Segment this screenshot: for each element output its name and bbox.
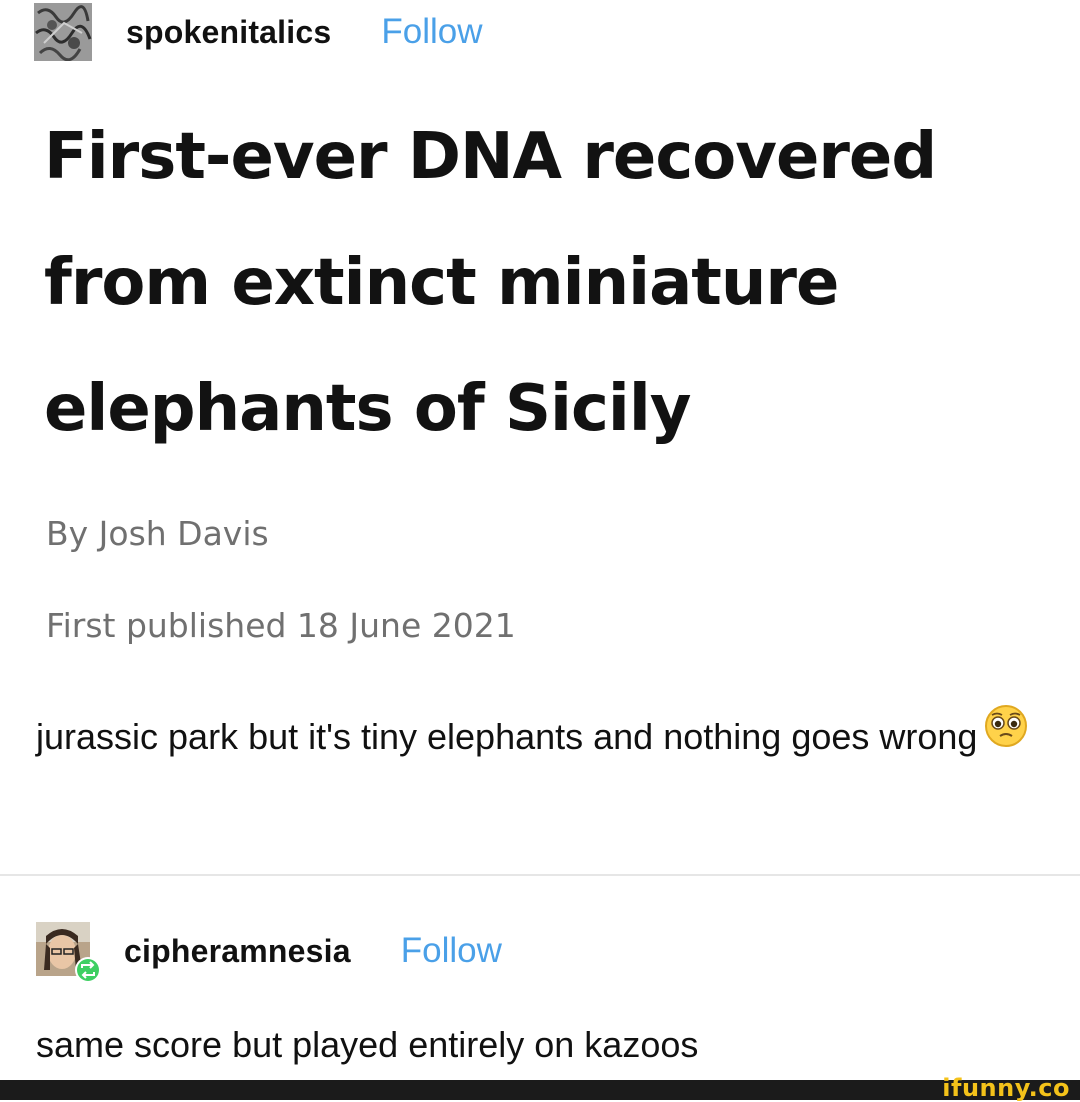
reblog-username[interactable]: cipheramnesia bbox=[124, 933, 351, 970]
reblog-header: cipheramnesia Follow bbox=[36, 918, 502, 984]
post-header: spokenitalics Follow bbox=[34, 2, 483, 62]
reblog-icon bbox=[77, 959, 99, 981]
username[interactable]: spokenitalics bbox=[126, 14, 331, 51]
footer-bar: ifunny.co bbox=[0, 1074, 1080, 1102]
pleading-face-icon bbox=[983, 703, 1029, 768]
photo-avatar-icon[interactable] bbox=[36, 922, 101, 983]
post-comment: jurassic park but it's tiny elephants an… bbox=[36, 703, 1036, 768]
divider bbox=[0, 874, 1080, 876]
reblog-comment: same score but played entirely on kazoos bbox=[36, 1024, 699, 1065]
sketch-avatar-icon[interactable] bbox=[34, 3, 92, 61]
follow-button[interactable]: Follow bbox=[381, 12, 482, 52]
article-published-date: First published 18 June 2021 bbox=[46, 606, 516, 645]
article-title: First-ever DNA recovered from extinct mi… bbox=[44, 120, 937, 446]
article-byline: By Josh Davis bbox=[46, 514, 269, 553]
post-comment-text: jurassic park but it's tiny elephants an… bbox=[36, 716, 978, 757]
ifunny-watermark: ifunny.co bbox=[942, 1074, 1070, 1102]
reblog-follow-button[interactable]: Follow bbox=[401, 931, 502, 971]
